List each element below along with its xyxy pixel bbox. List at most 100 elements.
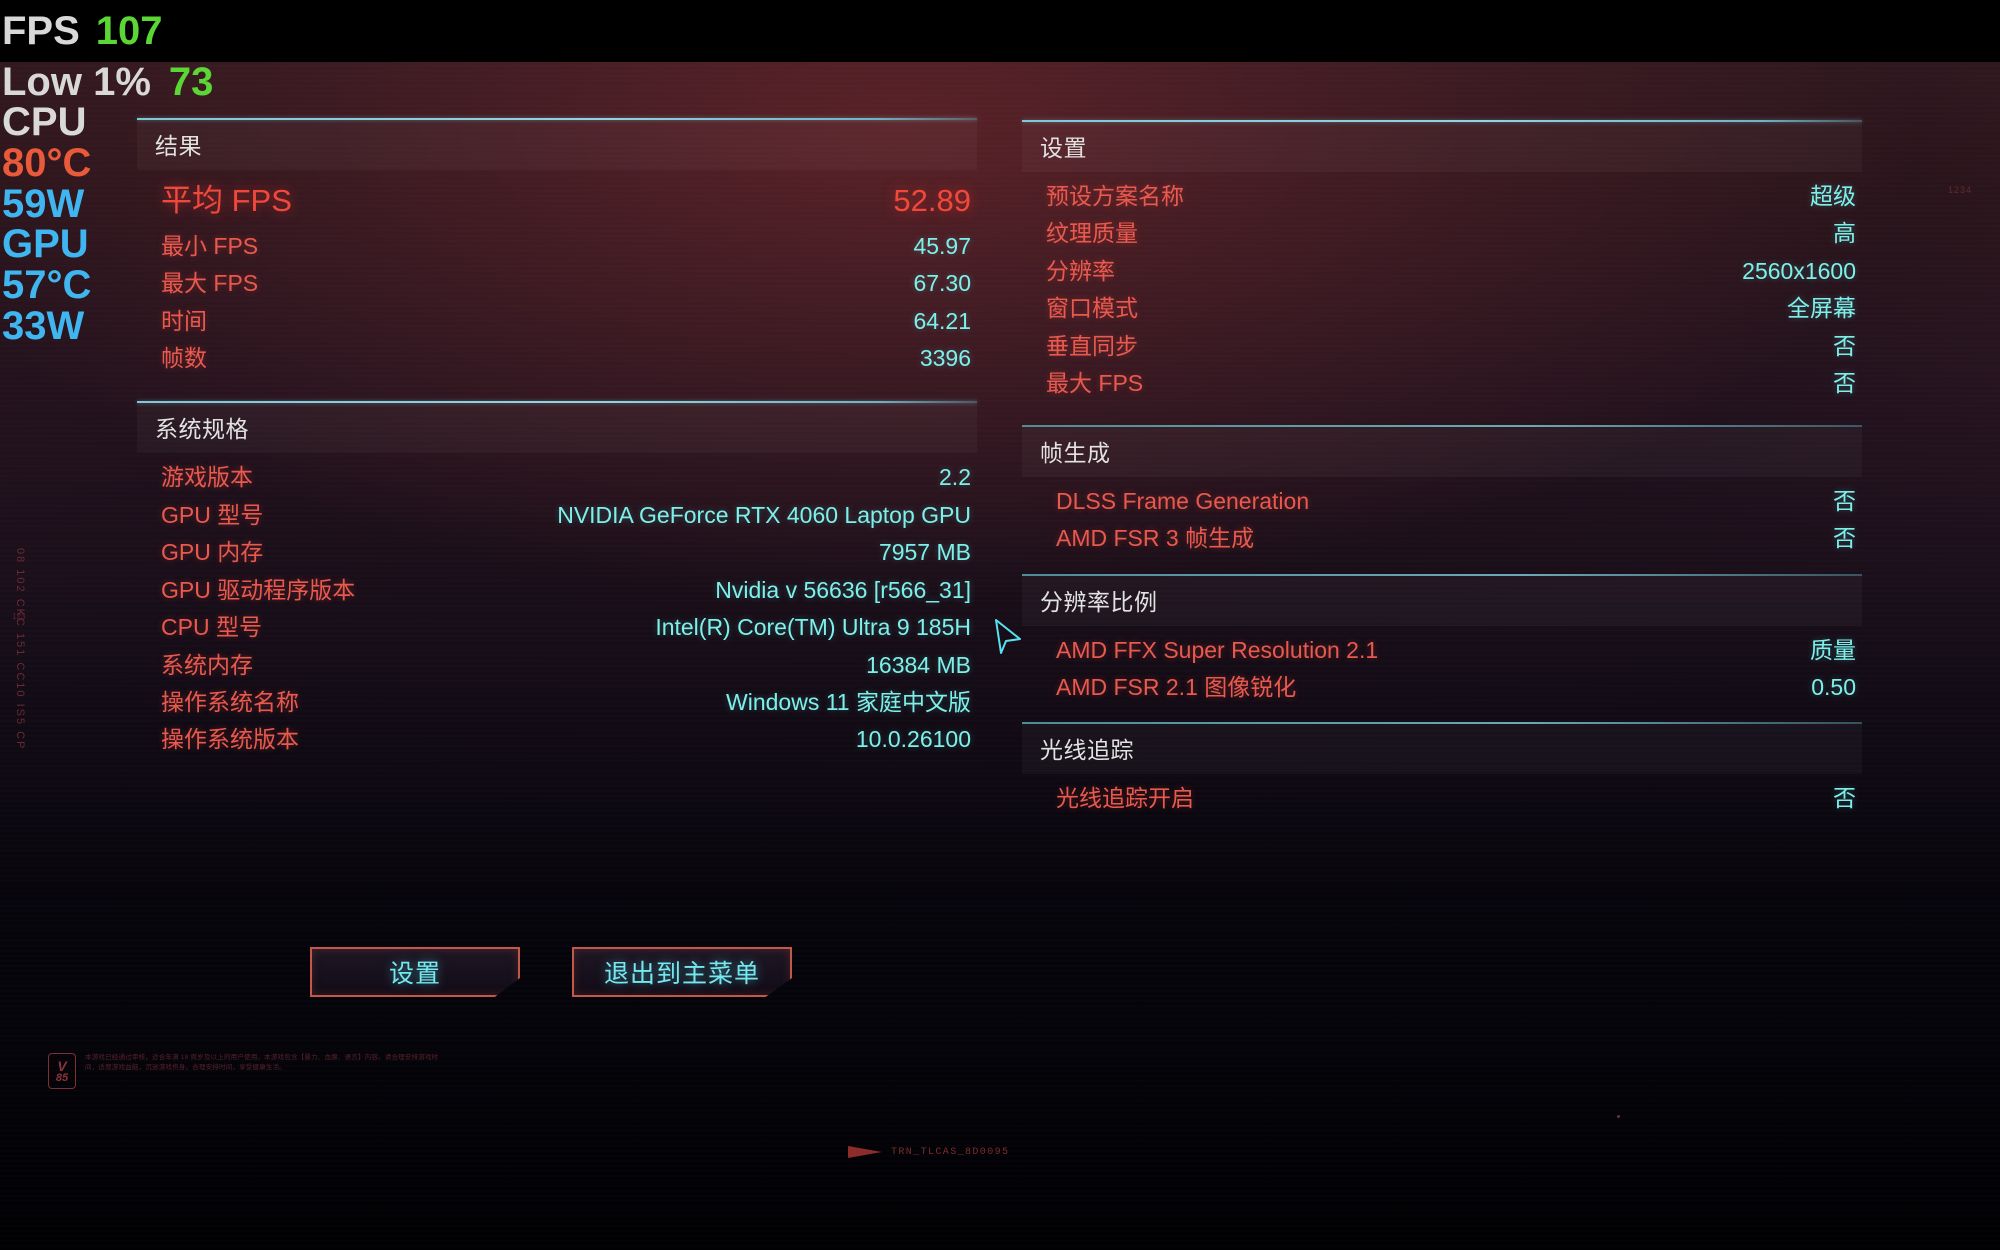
table-row: GPU 驱动程序版本 Nvidia v 56636 [r566_31] [137, 572, 977, 609]
overlay-cpu-temp: 80°C [2, 140, 92, 185]
row-label: GPU 驱动程序版本 [161, 576, 356, 603]
performance-overlay: FPS 107 Low 1% 73 CPU 80°C 59W GPU 57°C … [0, 0, 330, 347]
table-row: AMD FSR 3 帧生成 否 [1022, 520, 1862, 557]
row-label: 预设方案名称 [1046, 183, 1184, 209]
settings-rows: 预设方案名称 超级 纹理质量 高 分辨率 2560x1600 窗口模式 全屏幕 … [1022, 172, 1862, 407]
row-value: 否 [1833, 332, 1856, 359]
row-value: 2.2 [939, 464, 971, 491]
corner-code-mark: 1234 [1947, 185, 1972, 195]
row-label: 最大 FPS [1046, 370, 1144, 397]
table-row: 操作系统版本 10.0.26100 [137, 721, 977, 758]
row-label: 垂直同步 [1046, 332, 1138, 359]
row-label: 窗口模式 [1046, 295, 1138, 322]
table-row: 垂直同步 否 [1022, 328, 1862, 365]
ray-tracing-header: 光线追踪 [1022, 724, 1862, 774]
edge-serial-code: 08 102 CKC 151 CC10 IS5 CP [14, 548, 26, 751]
row-label: AMD FFX Super Resolution 2.1 [1056, 636, 1379, 663]
overlay-fps-row: FPS 107 [0, 0, 330, 62]
quit-to-main-menu-button[interactable]: 退出到主菜单 [572, 947, 793, 997]
row-value: 2560x1600 [1742, 257, 1856, 284]
system-specs-section: 系统规格 游戏版本 2.2 GPU 型号 NVIDIA GeForce RTX … [137, 401, 977, 763]
row-label: 系统内存 [161, 651, 253, 678]
overlay-fps-value: 107 [95, 9, 163, 53]
table-row: 纹理质量 高 [1022, 215, 1862, 252]
row-value: NVIDIA GeForce RTX 4060 Laptop GPU [557, 501, 971, 528]
row-label: CPU 型号 [161, 614, 262, 641]
table-row: 系统内存 16384 MB [137, 647, 977, 684]
table-row: 预设方案名称 超级 [1022, 178, 1862, 215]
right-panel: 设置 预设方案名称 超级 纹理质量 高 分辨率 2560x1600 窗口模式 全… [1022, 120, 1862, 822]
pixel-dot-mark [1617, 1115, 1620, 1118]
overlay-low-label: Low 1% [2, 60, 151, 104]
row-value: 全屏幕 [1787, 295, 1856, 322]
row-value: 16384 MB [866, 651, 971, 678]
settings-section: 设置 预设方案名称 超级 纹理质量 高 分辨率 2560x1600 窗口模式 全… [1022, 120, 1862, 407]
row-label: DLSS Frame Generation [1056, 487, 1310, 514]
overlay-gpu-label: GPU [2, 222, 89, 267]
overlay-cpu-label: CPU [2, 100, 87, 144]
overlay-gpu-power: 33W [2, 303, 85, 348]
table-row: 游戏版本 2.2 [137, 459, 977, 496]
row-label: 光线追踪开启 [1056, 785, 1194, 812]
row-label: 帧数 [161, 344, 207, 371]
row-label: AMD FSR 2.1 图像锐化 [1056, 673, 1297, 700]
age-rating-badge: V 85 [48, 1053, 76, 1089]
row-value: 7957 MB [878, 539, 971, 566]
triangle-icon [848, 1146, 882, 1158]
row-label: AMD FSR 3 帧生成 [1056, 525, 1255, 552]
row-label: GPU 型号 [161, 501, 264, 528]
row-value: 64.21 [913, 307, 971, 334]
mouse-cursor-icon [992, 617, 1026, 662]
row-value: 否 [1833, 487, 1856, 514]
row-label: 游戏版本 [161, 464, 253, 491]
build-marker-text: TRN_TLCAS_8D0095 [891, 1146, 1010, 1158]
row-value: 3396 [919, 344, 971, 371]
row-label: 操作系统版本 [161, 726, 299, 753]
system-specs-header: 系统规格 [137, 403, 977, 453]
row-value: 高 [1833, 220, 1856, 247]
resolution-scaling-rows: AMD FFX Super Resolution 2.1 质量 AMD FSR … [1022, 626, 1862, 711]
legal-disclaimer-text: 本游戏已经通过审核，适合年满 18 周岁及以上的用户使用。本游戏包含【暴力、血腺… [85, 1054, 439, 1072]
overlay-cpu-power: 59W [2, 181, 85, 226]
system-specs-rows: 游戏版本 2.2 GPU 型号 NVIDIA GeForce RTX 4060 … [137, 453, 977, 763]
row-value: 否 [1833, 370, 1856, 397]
table-row: GPU 内存 7957 MB [137, 534, 977, 571]
overlay-low-row: Low 1% 73 [0, 62, 330, 102]
table-row: 操作系统名称 Windows 11 家庭中文版 [137, 684, 977, 721]
settings-header: 设置 [1022, 122, 1862, 172]
row-value: 否 [1833, 525, 1856, 552]
row-label: 操作系统名称 [161, 689, 299, 716]
table-row: GPU 型号 NVIDIA GeForce RTX 4060 Laptop GP… [137, 497, 977, 534]
age-rating-line1: V [57, 1057, 67, 1074]
resolution-scaling-section: 分辨率比例 AMD FFX Super Resolution 2.1 质量 AM… [1022, 573, 1862, 711]
table-row: AMD FFX Super Resolution 2.1 质量 [1022, 632, 1862, 669]
overlay-gpu-temp: 57°C [2, 263, 92, 308]
row-value: 质量 [1810, 636, 1856, 663]
frame-generation-section: 帧生成 DLSS Frame Generation 否 AMD FSR 3 帧生… [1022, 424, 1862, 562]
row-value: 45.97 [913, 232, 971, 259]
settings-button[interactable]: 设置 [310, 947, 520, 997]
ray-tracing-section: 光线追踪 光线追踪开启 否 [1022, 722, 1862, 821]
age-rating-line2: 85 [55, 1071, 69, 1084]
row-value: 超级 [1810, 183, 1856, 209]
row-value: Windows 11 家庭中文版 [726, 689, 971, 716]
game-benchmark-screen: FPS 107 Low 1% 73 CPU 80°C 59W GPU 57°C … [0, 0, 2000, 1250]
table-row: AMD FSR 2.1 图像锐化 0.50 [1022, 669, 1862, 706]
row-value: 否 [1833, 785, 1856, 812]
ray-tracing-rows: 光线追踪开启 否 [1022, 774, 1862, 821]
table-row: CPU 型号 Intel(R) Core(TM) Ultra 9 185H [137, 609, 977, 646]
row-value: 52.89 [893, 183, 971, 218]
frame-generation-rows: DLSS Frame Generation 否 AMD FSR 3 帧生成 否 [1022, 477, 1862, 562]
row-value: Nvidia v 56636 [r566_31] [715, 576, 971, 603]
row-value: 67.30 [913, 270, 971, 297]
row-value: 10.0.26100 [855, 726, 971, 753]
table-row: DLSS Frame Generation 否 [1022, 483, 1862, 520]
table-row: 最大 FPS 否 [1022, 365, 1862, 402]
table-row: 窗口模式 全屏幕 [1022, 290, 1862, 327]
row-value: Intel(R) Core(TM) Ultra 9 185H [655, 614, 971, 641]
row-label: GPU 内存 [161, 539, 264, 566]
row-label: 纹理质量 [1046, 220, 1138, 247]
overlay-fps-label: FPS [2, 9, 80, 53]
row-value: 0.50 [1811, 673, 1856, 700]
action-button-bar: 设置 退出到主菜单 [310, 947, 793, 997]
